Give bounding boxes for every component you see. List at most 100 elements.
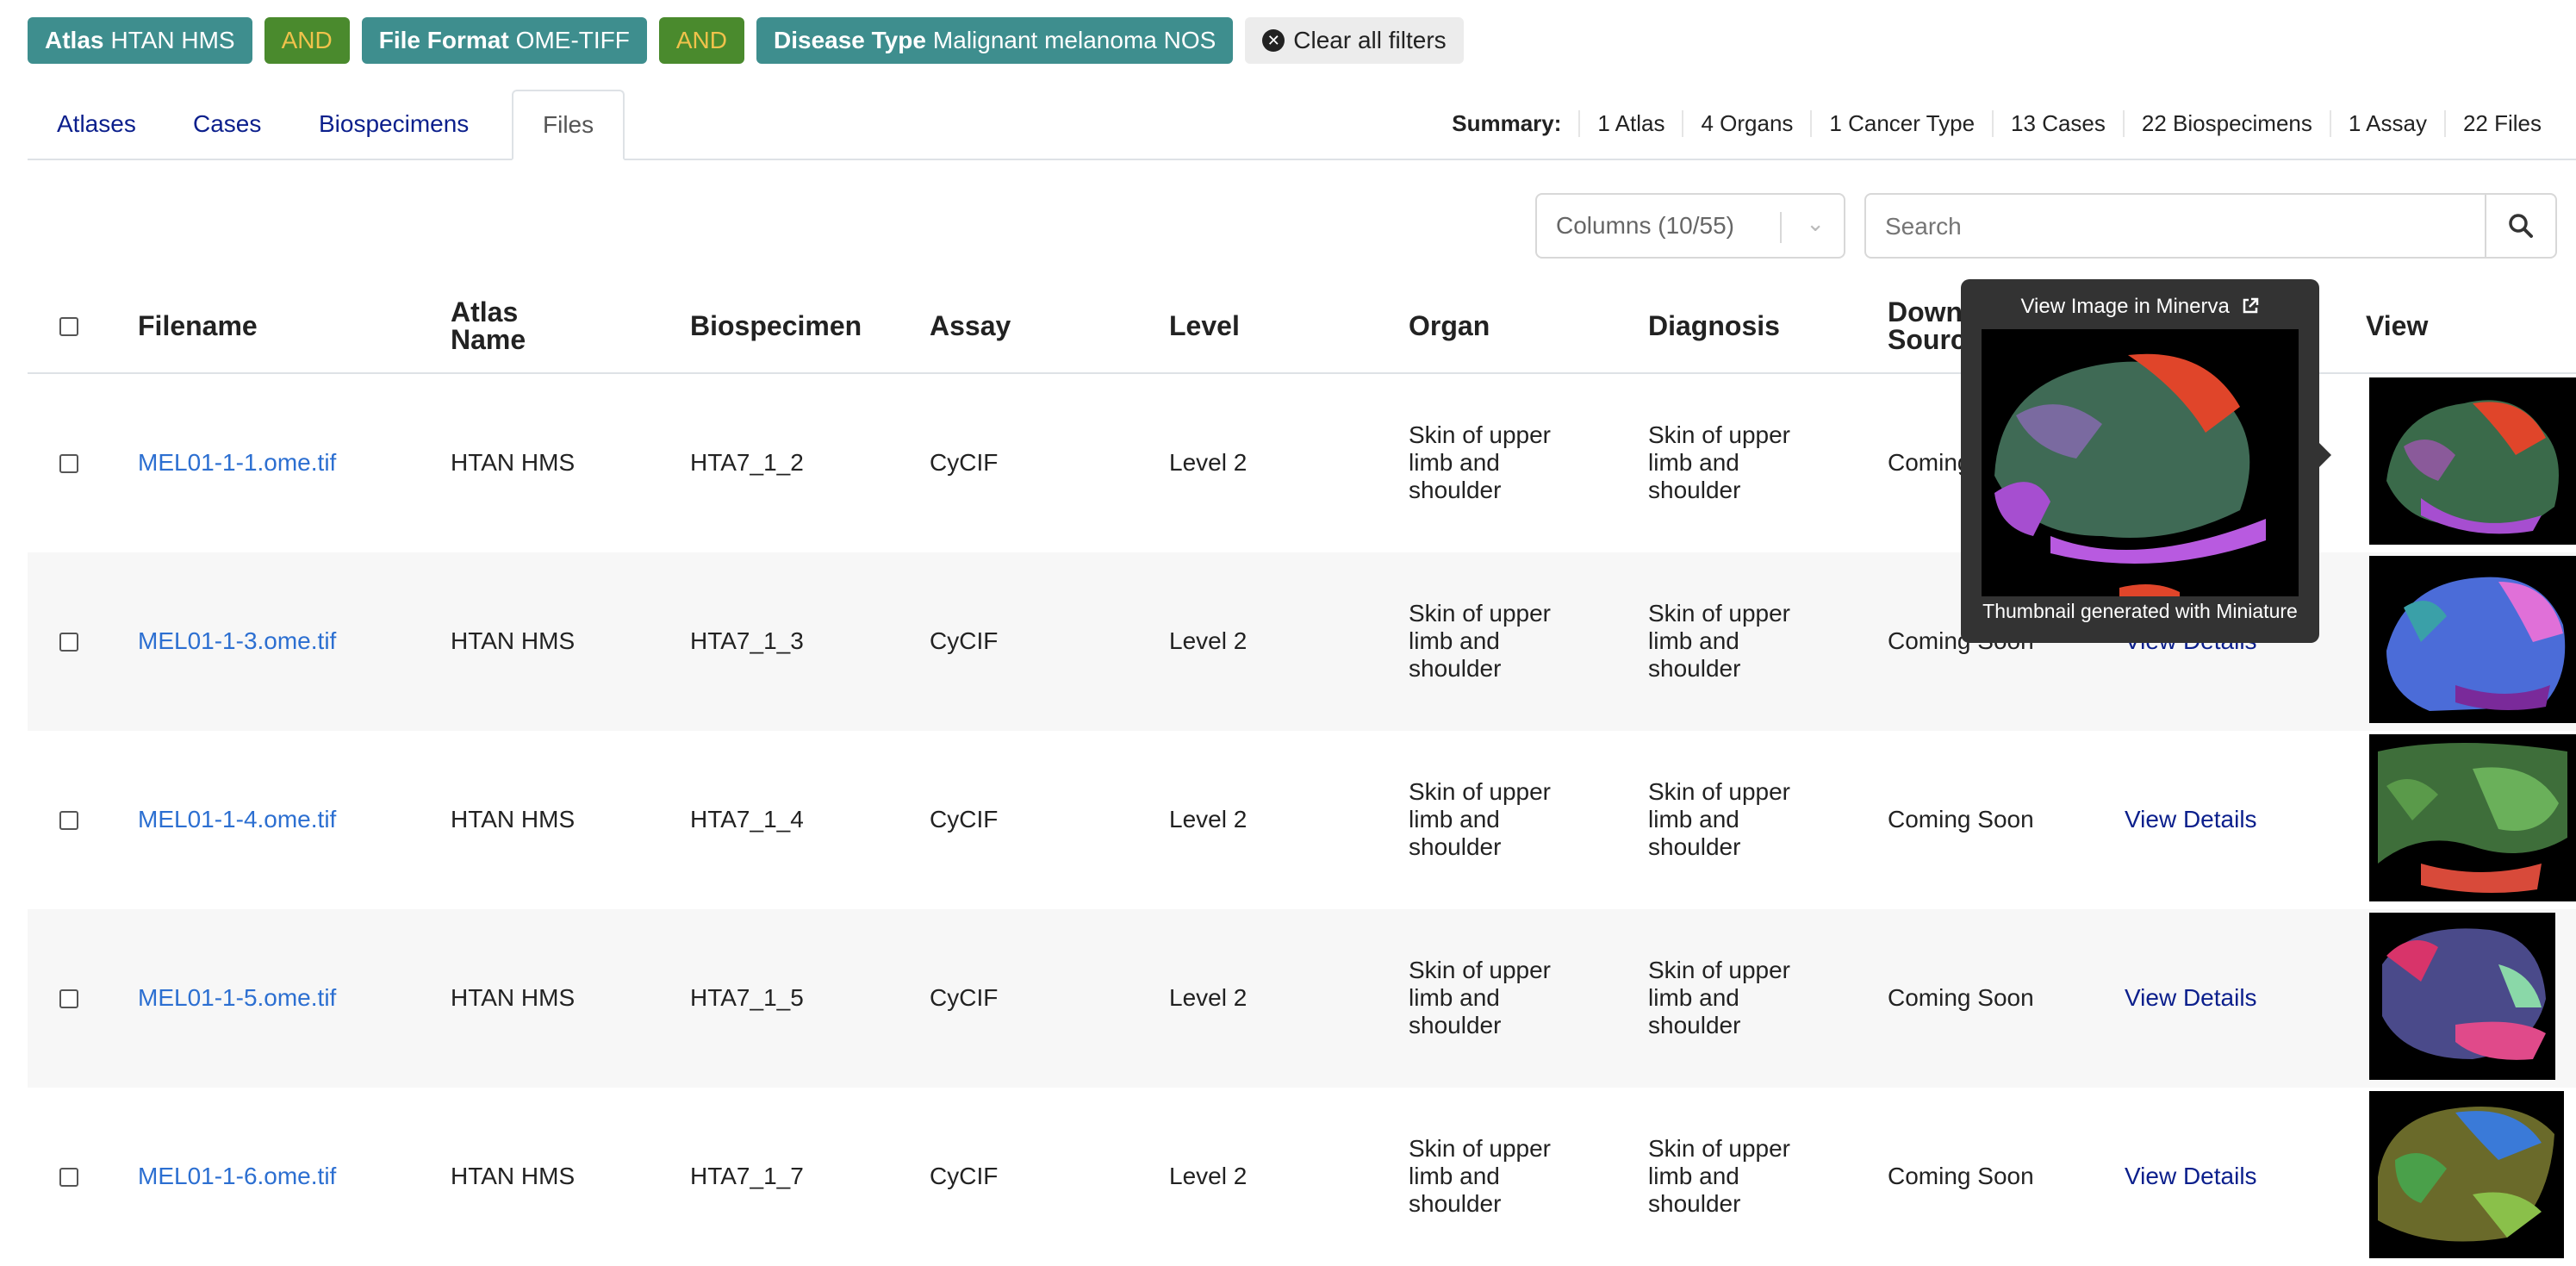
filename-link[interactable]: MEL01-1-5.ome.tif xyxy=(138,984,336,1012)
file-format-filter-pill[interactable]: File Format OME-TIFF xyxy=(361,17,647,64)
header-atlas-name-line2: Name xyxy=(451,324,526,355)
tab-cases[interactable]: Cases xyxy=(164,90,290,159)
atlas-filter-value: HTAN HMS xyxy=(110,27,235,53)
header-download-source[interactable]: Down Sourc xyxy=(1888,298,1966,353)
view-details-link[interactable]: View Details xyxy=(2125,1163,2257,1190)
thumbnail-image[interactable] xyxy=(2369,913,2555,1080)
diagnosis-line: limb and xyxy=(1648,806,1739,833)
thumbnail-image[interactable] xyxy=(2369,734,2576,901)
external-link-icon xyxy=(2243,297,2258,314)
select-all-checkbox[interactable] xyxy=(59,317,78,336)
row-checkbox[interactable] xyxy=(59,454,78,473)
thumbnail-image[interactable] xyxy=(2369,377,2576,545)
diagnosis-line: Skin of upper xyxy=(1648,600,1790,627)
summary-label: Summary: xyxy=(1452,110,1562,136)
view-details-link[interactable]: View Details xyxy=(2125,806,2257,833)
tab-atlases[interactable]: Atlases xyxy=(28,90,165,159)
organ-line: limb and xyxy=(1409,449,1500,476)
header-biospecimen[interactable]: Biospecimen xyxy=(690,312,862,340)
diagnosis-cell: Skin of upper limb and shoulder xyxy=(1648,957,1790,1039)
filename-link[interactable]: MEL01-1-4.ome.tif xyxy=(138,806,336,833)
organ-line: shoulder xyxy=(1409,833,1502,860)
minerva-preview-tooltip: View Image in Minerva Thumbnail generate… xyxy=(1961,279,2331,643)
select-divider xyxy=(1780,212,1782,243)
diagnosis-line: shoulder xyxy=(1648,1190,1741,1217)
summary-file-count: 22 Files xyxy=(2443,110,2559,137)
assay-cell: CyCIF xyxy=(930,627,999,654)
and-operator[interactable]: AND xyxy=(264,17,350,64)
row-checkbox[interactable] xyxy=(59,989,78,1008)
header-assay[interactable]: Assay xyxy=(930,312,1011,340)
assay-cell: CyCIF xyxy=(930,449,999,476)
diagnosis-line: limb and xyxy=(1648,449,1739,476)
filename-link[interactable]: MEL01-1-3.ome.tif xyxy=(138,627,336,655)
header-organ[interactable]: Organ xyxy=(1409,312,1490,340)
search-button[interactable] xyxy=(2485,195,2555,257)
biospecimen-cell: HTA7_1_7 xyxy=(690,1163,804,1189)
biospecimen-cell: HTA7_1_2 xyxy=(690,449,804,476)
diagnosis-line: Skin of upper xyxy=(1648,421,1790,448)
organ-line: limb and xyxy=(1409,806,1500,833)
row-checkbox[interactable] xyxy=(59,633,78,652)
summary-cancer-type-count: 1 Cancer Type xyxy=(1810,110,1992,137)
columns-select-label: Columns (10/55) xyxy=(1556,212,1734,239)
diagnosis-line: Skin of upper xyxy=(1648,778,1790,805)
organ-line: shoulder xyxy=(1409,655,1502,682)
search-icon xyxy=(2509,214,2533,238)
header-atlas-name[interactable]: Atlas Name xyxy=(451,298,526,353)
organ-cell: Skin of upper limb and shoulder xyxy=(1409,957,1551,1039)
summary-case-count: 13 Cases xyxy=(1992,110,2123,137)
diagnosis-line: limb and xyxy=(1648,627,1739,654)
tooltip-thumbnail-image[interactable] xyxy=(1982,329,2299,596)
view-in-minerva-label: View Image in Minerva xyxy=(2020,295,2230,318)
atlas-name-cell: HTAN HMS xyxy=(451,806,576,833)
organ-line: shoulder xyxy=(1409,477,1502,503)
view-in-minerva-link[interactable]: View Image in Minerva xyxy=(1961,295,2319,319)
thumbnail-image[interactable] xyxy=(2369,1091,2564,1258)
organ-cell: Skin of upper limb and shoulder xyxy=(1409,1135,1551,1218)
level-cell: Level 2 xyxy=(1169,449,1248,476)
summary-bar: Summary: 1 Atlas 4 Organs 1 Cancer Type … xyxy=(1434,110,2559,137)
organ-line: Skin of upper xyxy=(1409,421,1551,448)
row-checkbox[interactable] xyxy=(59,811,78,830)
disease-type-filter-value: Malignant melanoma NOS xyxy=(932,27,1216,53)
atlas-filter-pill[interactable]: Atlas HTAN HMS xyxy=(28,17,252,64)
filename-link[interactable]: MEL01-1-6.ome.tif xyxy=(138,1163,336,1190)
header-download-line2: Sourc xyxy=(1888,324,1966,355)
organ-line: limb and xyxy=(1409,627,1500,654)
disease-type-filter-pill[interactable]: Disease Type Malignant melanoma NOS xyxy=(756,17,1234,64)
organ-line: limb and xyxy=(1409,984,1500,1011)
tab-files[interactable]: Files xyxy=(512,90,625,160)
level-cell: Level 2 xyxy=(1169,984,1248,1011)
columns-select[interactable]: Columns (10/55) ⌄ xyxy=(1535,193,1845,259)
diagnosis-line: Skin of upper xyxy=(1648,957,1790,983)
download-source-cell: Coming Soon xyxy=(1888,1163,2034,1189)
filter-bar: Atlas HTAN HMS AND File Format OME-TIFF … xyxy=(28,17,1464,64)
biospecimen-cell: HTA7_1_5 xyxy=(690,984,804,1011)
header-level[interactable]: Level xyxy=(1169,312,1240,340)
atlas-name-cell: HTAN HMS xyxy=(451,627,576,654)
download-source-cell: Coming Soon xyxy=(1888,984,2034,1011)
biospecimen-cell: HTA7_1_4 xyxy=(690,806,804,833)
row-checkbox[interactable] xyxy=(59,1168,78,1187)
view-details-link[interactable]: View Details xyxy=(2125,984,2257,1012)
organ-cell: Skin of upper limb and shoulder xyxy=(1409,778,1551,861)
and-operator[interactable]: AND xyxy=(658,17,744,64)
diagnosis-line: shoulder xyxy=(1648,1012,1741,1038)
search-box xyxy=(1864,193,2557,259)
summary-assay-count: 1 Assay xyxy=(2329,110,2444,137)
search-input[interactable] xyxy=(1866,195,2490,259)
tab-biospecimens[interactable]: Biospecimens xyxy=(289,90,498,159)
header-diagnosis[interactable]: Diagnosis xyxy=(1648,312,1780,340)
header-filename[interactable]: Filename xyxy=(138,312,258,340)
table-row: MEL01-1-4.ome.tif HTAN HMS HTA7_1_4 CyCI… xyxy=(28,731,2576,909)
filename-link[interactable]: MEL01-1-1.ome.tif xyxy=(138,449,336,477)
organ-line: Skin of upper xyxy=(1409,1135,1551,1162)
clear-all-filters-button[interactable]: ✕ Clear all filters xyxy=(1245,17,1464,64)
assay-cell: CyCIF xyxy=(930,984,999,1011)
header-view[interactable]: View xyxy=(2366,312,2428,340)
level-cell: Level 2 xyxy=(1169,1163,1248,1189)
diagnosis-cell: Skin of upper limb and shoulder xyxy=(1648,1135,1790,1218)
thumbnail-image[interactable] xyxy=(2369,556,2576,723)
atlas-filter-label: Atlas xyxy=(45,27,104,53)
